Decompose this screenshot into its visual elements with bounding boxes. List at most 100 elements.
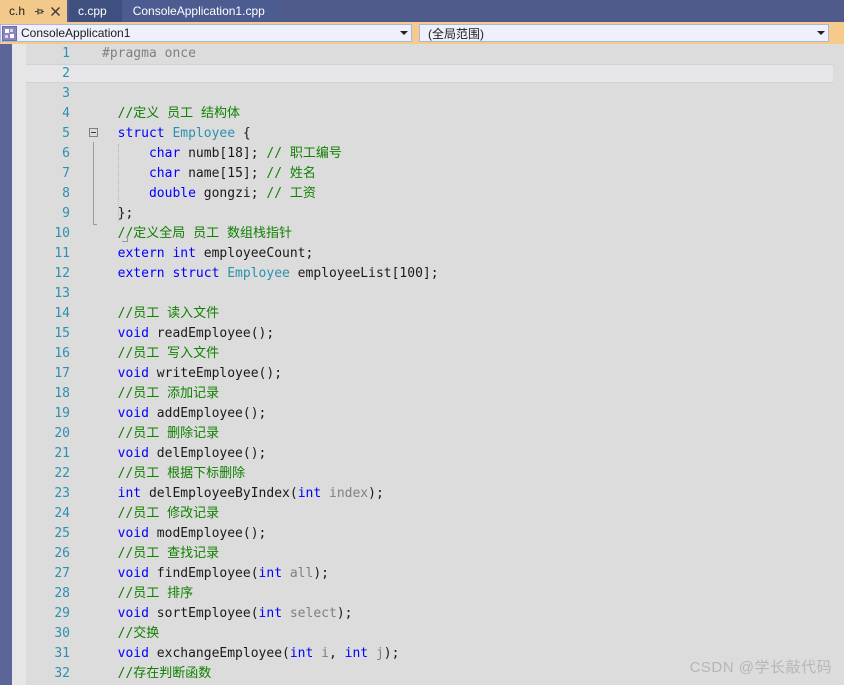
line-number: 22 — [54, 466, 70, 481]
line-number: 7 — [62, 166, 70, 181]
tab-c-h[interactable]: c.h — [0, 0, 68, 22]
code-line[interactable]: 2 — [26, 64, 833, 84]
code-line-text: #pragma once — [102, 44, 196, 64]
code-token: // 工资 — [266, 186, 316, 201]
code-token: // 姓名 — [266, 166, 316, 181]
code-line[interactable]: 29 void sortEmployee(int select); — [26, 604, 833, 624]
code-line-text: void addEmployee(); — [102, 404, 267, 424]
code-line[interactable]: 5 struct Employee { — [26, 124, 833, 144]
code-line-text: //员工 排序 — [102, 584, 194, 604]
code-line[interactable]: 12 extern struct Employee employeeList[1… — [26, 264, 833, 284]
line-number: 24 — [54, 506, 70, 521]
code-token: void — [117, 526, 149, 541]
code-token: addEmployee(); — [148, 406, 267, 421]
fold-collapse-icon[interactable] — [89, 128, 98, 137]
code-line-text: void writeEmployee(); — [102, 364, 282, 384]
code-token: ); — [368, 486, 384, 501]
code-line-text: extern int employeeCount; — [102, 244, 314, 264]
line-number: 30 — [54, 626, 70, 641]
code-token: // 职工编号 — [266, 146, 342, 161]
tab-c-cpp[interactable]: c.cpp — [69, 0, 122, 22]
code-editor[interactable]: 1 #pragma once 2 3 4 //定义 员工 结构体 5 struct Emp… — [0, 44, 844, 685]
code-token: #pragma once — [102, 46, 196, 61]
code-line[interactable]: 21 void delEmployee(); — [26, 444, 833, 464]
code-line-text: //存在判断函数 — [102, 664, 212, 684]
code-token: //员工 查找记录 — [102, 546, 220, 561]
code-line[interactable]: 26 //员工 查找记录 — [26, 544, 833, 564]
line-number: 6 — [62, 146, 70, 161]
code-token: int — [344, 646, 369, 661]
code-line[interactable]: 16 //员工 写入文件 — [26, 344, 833, 364]
code-token: //存在判断函数 — [102, 666, 212, 681]
line-number: 9 — [62, 206, 70, 221]
code-token: all — [289, 566, 314, 581]
code-token: int — [289, 646, 314, 661]
code-line[interactable]: 10 //定义全局 员工 数组栈指针 — [26, 224, 833, 244]
code-line[interactable]: 3 — [26, 84, 833, 104]
editor-tab-strip: c.h c.cpp ConsoleApplication1.cpp — [0, 0, 844, 22]
line-number: 1 — [62, 46, 70, 61]
tab-consoleapplication1-cpp[interactable]: ConsoleApplication1.cpp — [123, 0, 280, 22]
code-line[interactable]: 8 double gongzi; // 工资 — [26, 184, 833, 204]
code-token: //员工 添加记录 — [102, 386, 220, 401]
member-scope-dropdown[interactable]: (全局范围) — [419, 24, 829, 42]
code-line[interactable]: 23 int delEmployeeByIndex(int index); — [26, 484, 833, 504]
code-line-text: //定义全局 员工 数组栈指针 — [102, 224, 292, 244]
code-line[interactable]: 9 }; — [26, 204, 833, 224]
code-line[interactable]: 30 //交换 — [26, 624, 833, 644]
code-token: extern int — [117, 246, 196, 261]
chevron-down-icon[interactable] — [814, 30, 828, 36]
indent-guide — [118, 144, 119, 222]
code-line[interactable]: 22 //员工 根据下标删除 — [26, 464, 833, 484]
code-token: void — [117, 406, 149, 421]
line-number: 3 — [62, 86, 70, 101]
close-icon[interactable] — [47, 2, 63, 20]
code-line[interactable]: 24 //员工 修改记录 — [26, 504, 833, 524]
code-line[interactable]: 1 #pragma once — [26, 44, 833, 64]
code-line-text: void delEmployee(); — [102, 444, 267, 464]
code-line[interactable]: 20 //员工 删除记录 — [26, 424, 833, 444]
code-text-surface[interactable]: 1 #pragma once 2 3 4 //定义 员工 结构体 5 struct Emp… — [26, 44, 833, 685]
code-token: void — [117, 646, 149, 661]
line-number: 32 — [54, 666, 70, 681]
code-line[interactable]: 6 char numb[18]; // 职工编号 — [26, 144, 833, 164]
code-token: //员工 删除记录 — [102, 426, 220, 441]
code-line[interactable]: 11 extern int employeeCount; — [26, 244, 833, 264]
code-line[interactable]: 15 void readEmployee(); — [26, 324, 833, 344]
project-scope-dropdown[interactable]: ConsoleApplication1 — [0, 24, 412, 42]
code-token: double — [148, 186, 196, 201]
code-line-text: char name[15]; // 姓名 — [102, 164, 316, 184]
line-number: 12 — [54, 266, 70, 281]
code-line[interactable]: 19 void addEmployee(); — [26, 404, 833, 424]
code-line-text: void exchangeEmployee(int i, int j); — [102, 644, 400, 664]
code-line[interactable]: 17 void writeEmployee(); — [26, 364, 833, 384]
code-line[interactable]: 18 //员工 添加记录 — [26, 384, 833, 404]
code-token: employeeCount; — [195, 246, 314, 261]
code-token: //员工 根据下标删除 — [102, 466, 246, 481]
code-line[interactable]: 4 //定义 员工 结构体 — [26, 104, 833, 124]
code-line[interactable]: 13 — [26, 284, 833, 304]
code-token: int — [258, 606, 283, 621]
code-line-text: //员工 删除记录 — [102, 424, 220, 444]
line-number: 14 — [54, 306, 70, 321]
code-line[interactable]: 14 //员工 读入文件 — [26, 304, 833, 324]
code-token: exchangeEmployee( — [148, 646, 290, 661]
code-line[interactable]: 27 void findEmployee(int all); — [26, 564, 833, 584]
project-scope-value: ConsoleApplication1 — [21, 26, 131, 40]
line-number: 19 — [54, 406, 70, 421]
pin-icon[interactable] — [31, 2, 47, 20]
line-number: 20 — [54, 426, 70, 441]
editor-indicator-margin[interactable] — [12, 44, 26, 685]
code-line[interactable]: 25 void modEmployee(); — [26, 524, 833, 544]
code-token: //员工 写入文件 — [102, 346, 220, 361]
code-line-text: //员工 写入文件 — [102, 344, 220, 364]
chevron-down-icon[interactable] — [397, 30, 411, 36]
code-line[interactable]: 7 char name[15]; // 姓名 — [26, 164, 833, 184]
code-token: index — [329, 486, 369, 501]
code-line[interactable]: 28 //员工 排序 — [26, 584, 833, 604]
